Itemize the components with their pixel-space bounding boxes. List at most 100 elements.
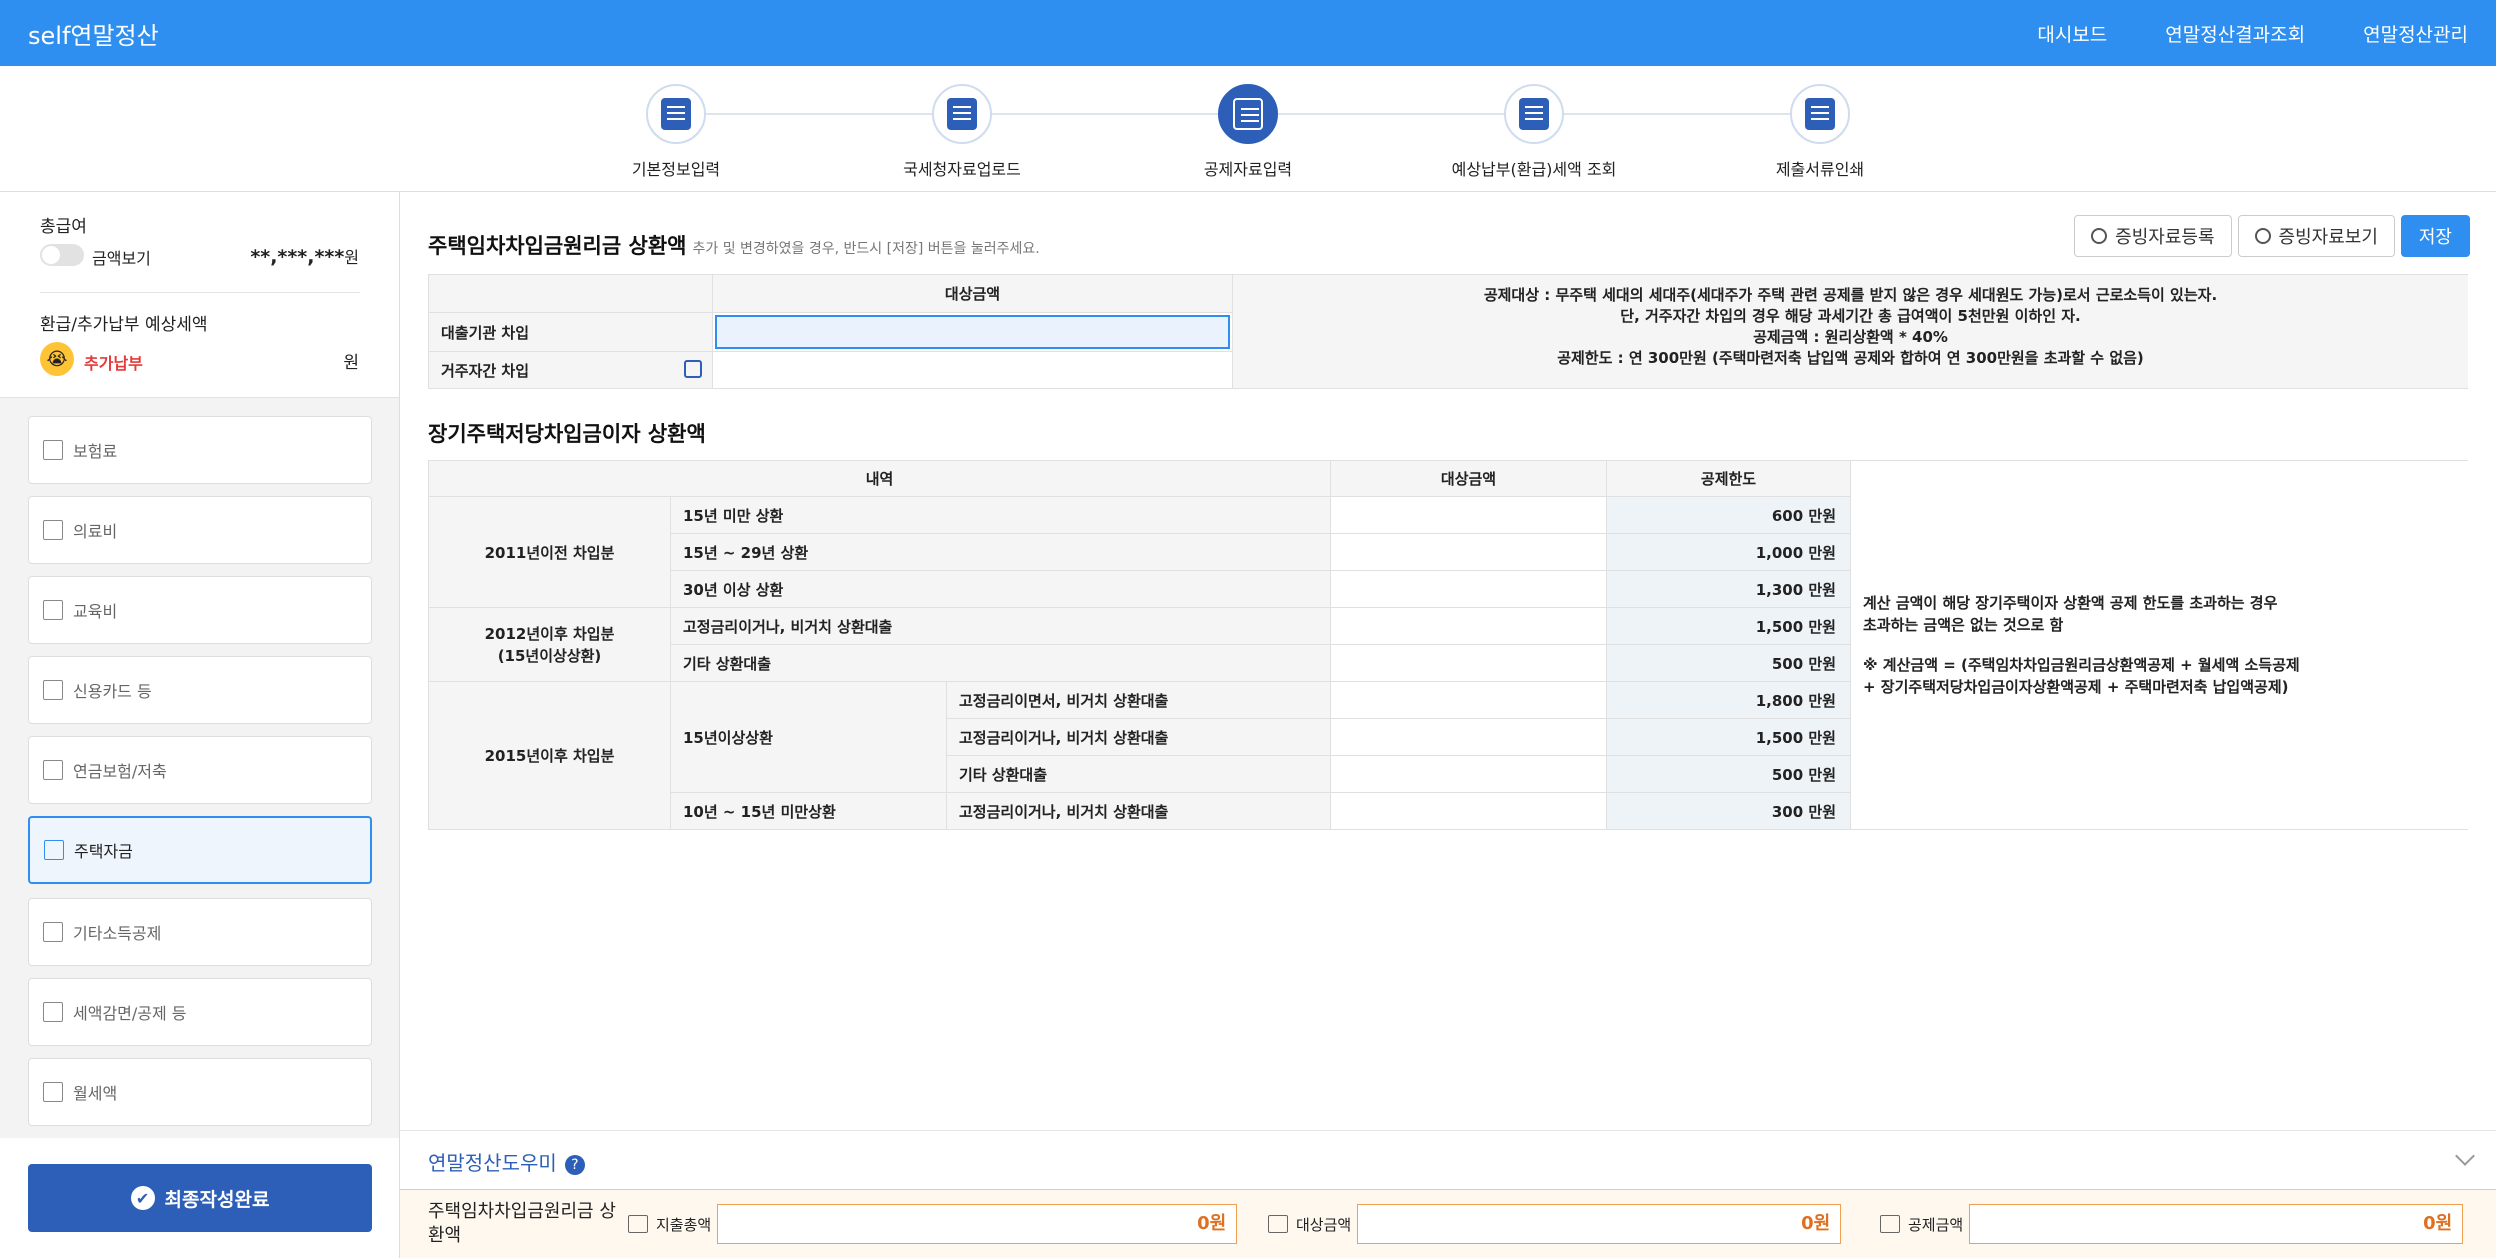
helper-title: 연말정산도우미? <box>428 1147 585 1176</box>
target-input[interactable] <box>1330 681 1607 719</box>
item-label: 기타 상환대출 <box>946 755 1331 793</box>
section1-title: 주택임차차입금원리금 상환액 추가 및 변경하였을 경우, 반드시 [저장] 버튼… <box>428 234 1040 258</box>
menu-medical[interactable]: 의료비 <box>28 496 372 564</box>
item-label: 15년 미만 상환 <box>670 496 1331 534</box>
medical-icon <box>43 520 63 540</box>
refund-title: 환급/추가납부 예상세액 <box>40 315 208 335</box>
item-label: 고정금리이거나, 비거치 상환대출 <box>946 792 1331 830</box>
step-estimate[interactable]: 예상납부(환급)세액 조회 <box>1384 84 1684 180</box>
summary-total: 지출총액 0원 <box>628 1204 1238 1244</box>
main-content: 주택임차차입금원리금 상환액 추가 및 변경하였을 경우, 반드시 [저장] 버튼… <box>400 192 2496 1258</box>
group-2015: 2015년이후 차입분 <box>428 681 671 830</box>
menu-insurance[interactable]: 보험료 <box>28 416 372 484</box>
col-limit: 공제한도 <box>1606 460 1851 497</box>
item-label: 기타 상환대출 <box>670 644 1331 682</box>
summary-target: 대상금액 0원 <box>1268 1204 1842 1244</box>
summary-bar: 주택임차차입금원리금 상환액 지출총액 0원 대상금액 0원 공제금액 0원 <box>400 1190 2496 1258</box>
view-evidence-button[interactable]: 증빙자료보기 <box>2237 215 2395 257</box>
limit-value: 1,000 만원 <box>1606 533 1851 571</box>
limit-value: 500 만원 <box>1606 755 1851 793</box>
target-input[interactable] <box>1330 533 1607 571</box>
paperclip-icon <box>2091 228 2108 244</box>
search-doc-icon <box>1504 84 1564 144</box>
sidebar: 총급여 금액보기 **,***,***원 환급/추가납부 예상세액 😭 추가납부… <box>0 192 400 1258</box>
save-button[interactable]: 저장 <box>2400 215 2470 257</box>
menu-education[interactable]: 교육비 <box>28 576 372 644</box>
item-label: 15년 ~ 29년 상환 <box>670 533 1331 571</box>
top-nav: 대시보드 연말정산결과조회 연말정산관리 <box>2037 20 2468 47</box>
row-label-resident: 거주자간 차입 <box>428 351 713 389</box>
credit-card-icon <box>43 680 63 700</box>
target-input[interactable] <box>1330 570 1607 608</box>
item-label: 30년 이상 상환 <box>670 570 1331 608</box>
menu-other-income[interactable]: 기타소득공제 <box>28 898 372 966</box>
nav-manage[interactable]: 연말정산관리 <box>2363 20 2468 47</box>
limit-value: 1,500 만원 <box>1606 607 1851 645</box>
salary-title: 총급여 <box>40 217 87 237</box>
salary-amount: **,***,***원 <box>250 246 359 268</box>
salary-summary: 총급여 금액보기 **,***,***원 환급/추가납부 예상세액 😭 추가납부… <box>0 192 399 398</box>
amount-toggle[interactable] <box>40 244 84 266</box>
graduation-cap-icon <box>43 600 63 620</box>
item-label: 고정금리이면서, 비거치 상환대출 <box>946 681 1331 719</box>
nav-result[interactable]: 연말정산결과조회 <box>2165 20 2305 47</box>
institution-loan-input[interactable] <box>715 315 1230 349</box>
chevron-down-icon[interactable] <box>2455 1146 2475 1166</box>
step-print[interactable]: 제출서류인쇄 <box>1670 84 1970 180</box>
menu-pension[interactable]: 연금보험/저축 <box>28 736 372 804</box>
final-complete-button[interactable]: ✔ 최종작성완료 <box>28 1164 372 1232</box>
limit-value: 1,500 만원 <box>1606 718 1851 756</box>
laptop-icon <box>43 760 63 780</box>
search-doc-icon[interactable] <box>684 359 702 378</box>
menu-housing[interactable]: 주택자금 <box>28 816 372 884</box>
calc-note: 계산 금액이 해당 장기주택이자 상환액 공제 한도를 초과하는 경우 초과하는… <box>1850 460 2468 830</box>
menu-tax-reduction[interactable]: 세액감면/공제 등 <box>28 978 372 1046</box>
target-input[interactable] <box>1330 718 1607 756</box>
item-label: 고정금리이거나, 비거치 상환대출 <box>946 718 1331 756</box>
toggle-label: 금액보기 <box>92 249 151 268</box>
col-target: 대상금액 <box>1330 460 1607 497</box>
home-icon <box>44 840 64 860</box>
calculator-icon <box>1880 1215 1900 1233</box>
calculator-icon <box>1218 84 1278 144</box>
target-value: 0원 <box>1357 1204 1842 1244</box>
pencil-doc-icon <box>646 84 706 144</box>
helper-bar[interactable]: 연말정산도우미? <box>400 1130 2496 1190</box>
col-target-amount: 대상금액 <box>712 274 1233 313</box>
refund-status: 추가납부 <box>84 354 143 373</box>
subgroup-10-15y: 10년 ~ 15년 미만상환 <box>670 792 947 830</box>
top-header: self연말정산 대시보드 연말정산결과조회 연말정산관리 <box>0 0 2496 66</box>
step-upload[interactable]: 국세청자료업로드 <box>812 84 1112 180</box>
target-input[interactable] <box>1330 644 1607 682</box>
search-icon <box>2254 228 2271 244</box>
building-icon <box>43 1082 63 1102</box>
doc-chart-icon <box>43 922 63 942</box>
group-2011: 2011년이전 차입분 <box>428 496 671 608</box>
insurance-icon <box>43 440 63 460</box>
refund-won: 원 <box>343 353 359 373</box>
group-2012: 2012년이후 차입분 (15년이상상환) <box>428 607 671 682</box>
resident-loan-input[interactable] <box>712 351 1233 389</box>
nav-dashboard[interactable]: 대시보드 <box>2037 20 2107 47</box>
step-basic-info[interactable]: 기본정보입력 <box>526 84 826 180</box>
section1-buttons: 증빙자료등록 증빙자료보기 저장 <box>2074 215 2470 257</box>
menu-credit-card[interactable]: 신용카드 등 <box>28 656 372 724</box>
target-input[interactable] <box>1330 755 1607 793</box>
step-deduction-input[interactable]: 공제자료입력 <box>1098 84 1398 180</box>
target-input[interactable] <box>1330 607 1607 645</box>
target-input[interactable] <box>1330 496 1607 534</box>
limit-value: 300 만원 <box>1606 792 1851 830</box>
target-input[interactable] <box>1330 792 1607 830</box>
col-detail: 내역 <box>428 460 1331 497</box>
brand-logo[interactable]: self연말정산 <box>28 16 159 51</box>
section1-hint: 추가 및 변경하였을 경우, 반드시 [저장] 버튼을 눌러주세요. <box>692 241 1040 257</box>
help-icon[interactable]: ? <box>564 1154 585 1175</box>
total-value: 0원 <box>717 1204 1238 1244</box>
menu-monthly-rent[interactable]: 월세액 <box>28 1058 372 1126</box>
register-evidence-button[interactable]: 증빙자료등록 <box>2074 215 2232 257</box>
row-label-institution: 대출기관 차입 <box>428 312 713 352</box>
search-icon <box>1268 1215 1288 1233</box>
check-circle-icon: ✔ <box>130 1186 155 1210</box>
check-doc-icon <box>1790 84 1850 144</box>
progress-steps: 기본정보입력 국세청자료업로드 공제자료입력 예상납부(환급)세액 조회 제출서… <box>0 66 2496 192</box>
